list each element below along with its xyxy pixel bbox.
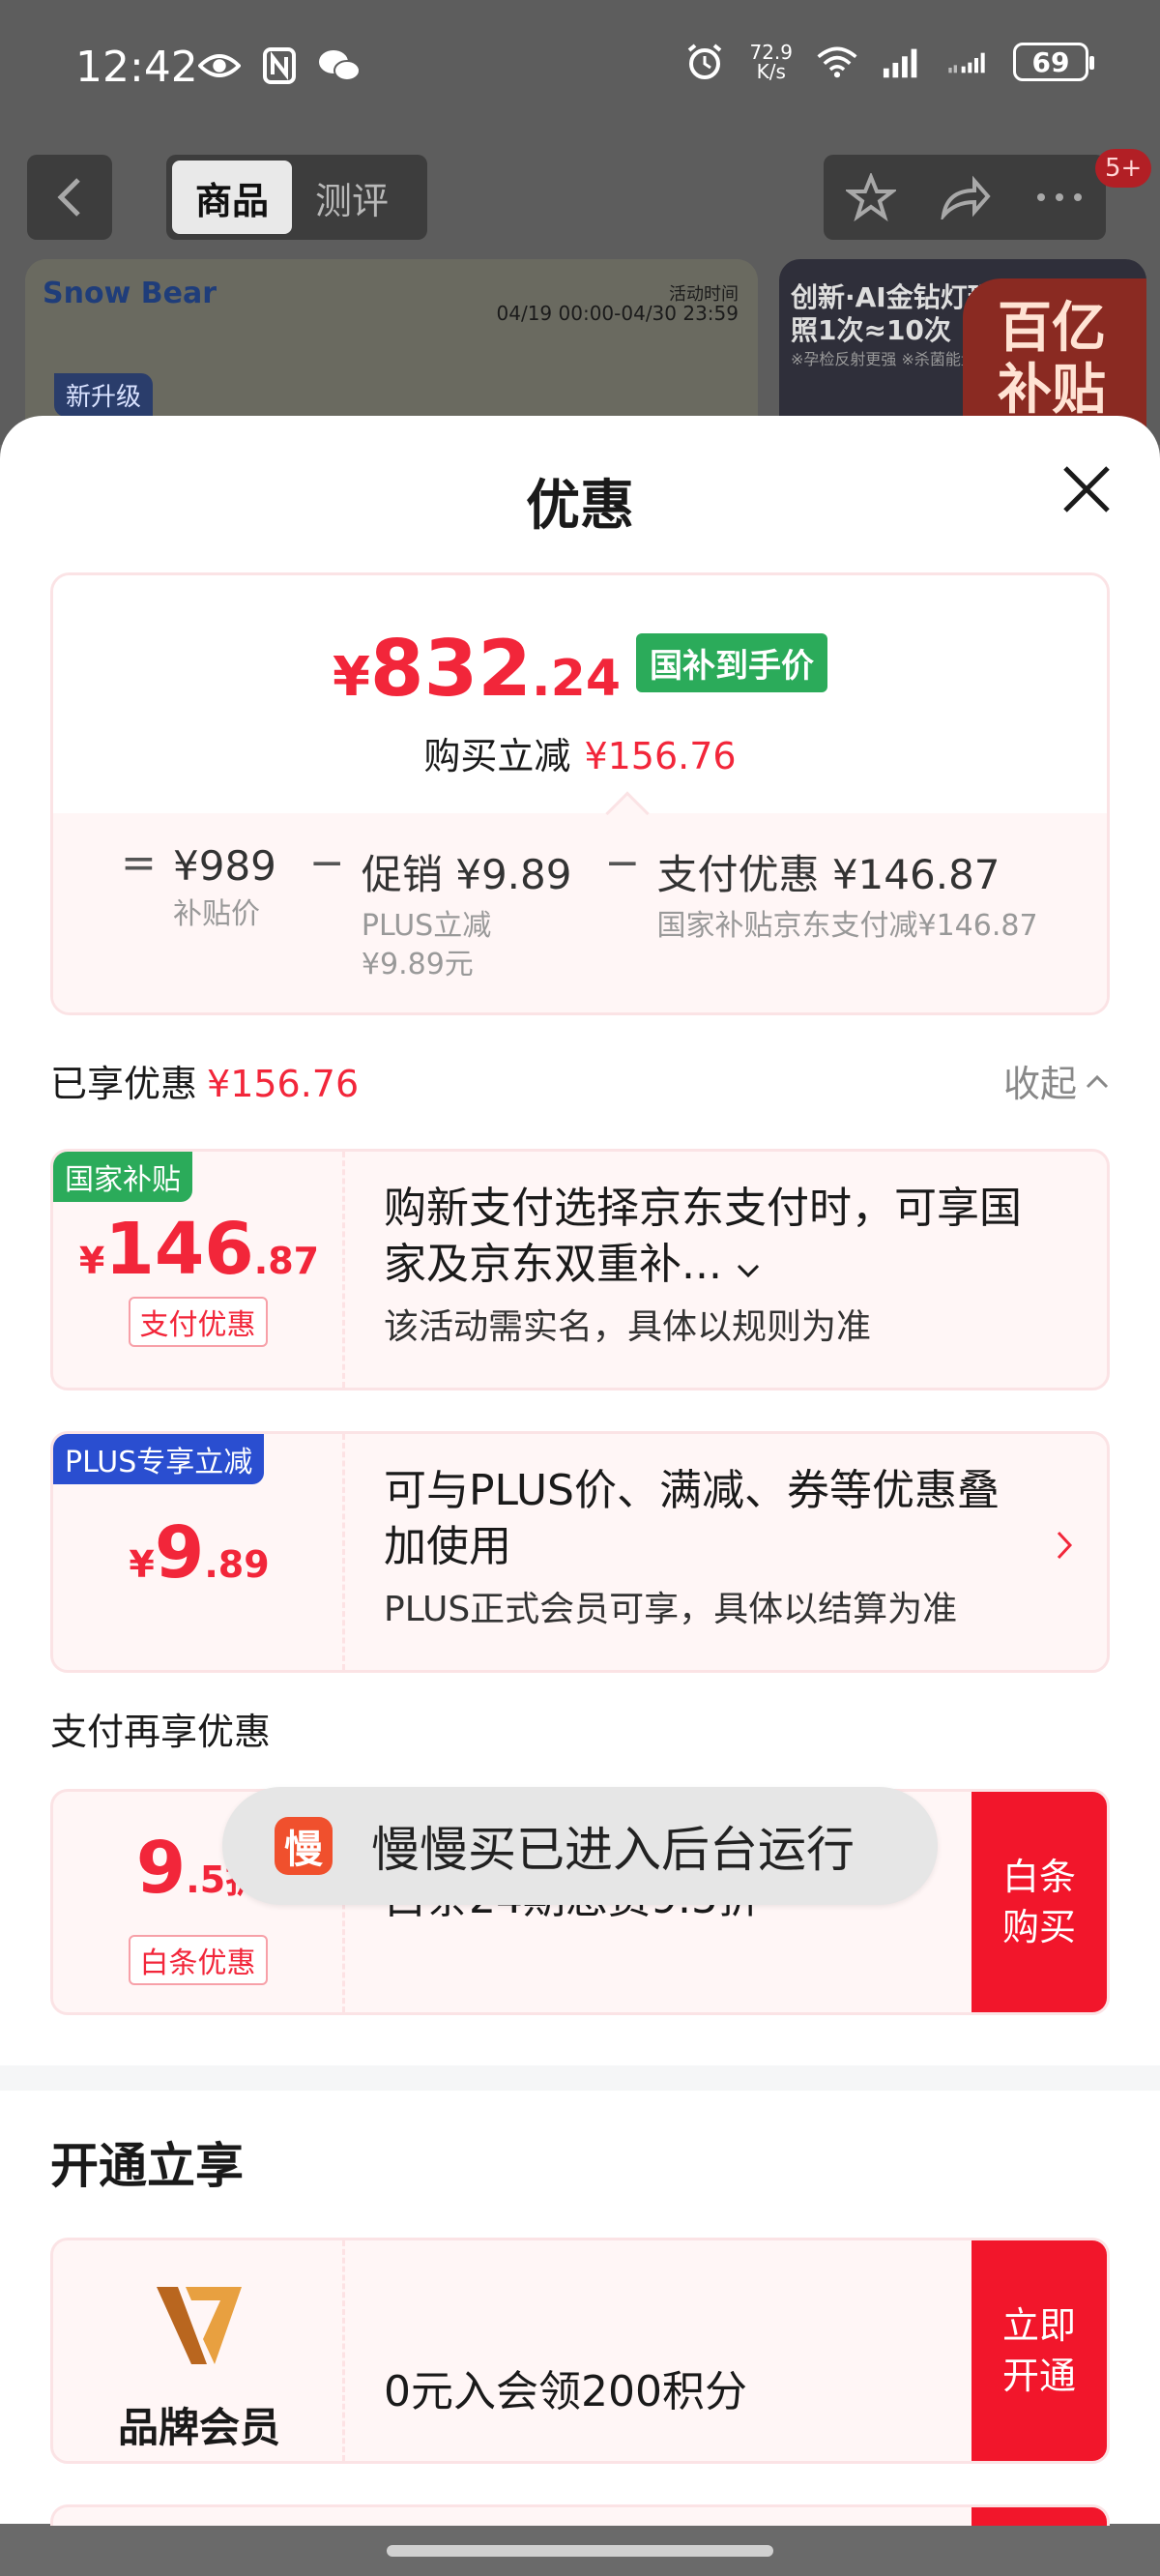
enjoyed-discount-label: 已享优惠 ¥156.76 bbox=[50, 1063, 360, 1105]
signal-icon bbox=[882, 43, 924, 81]
pay-section-label: 支付再享优惠 bbox=[50, 1711, 272, 1753]
toast-text: 慢慢买已进入后台运行 bbox=[371, 1822, 855, 1878]
subsidy-price-tag: 国补到手价 bbox=[636, 633, 828, 692]
minus-sign-2: − bbox=[604, 838, 641, 888]
brand-member-deal[interactable]: 品牌会员 0元入会领200积分 立即 开通 bbox=[50, 2238, 1110, 2464]
tab-product[interactable]: 商品 bbox=[172, 161, 293, 234]
deal-tag: 国家补贴 bbox=[53, 1152, 192, 1202]
network-speed: 72.9 K/s bbox=[749, 41, 793, 83]
minus-sign: − bbox=[308, 838, 345, 888]
share-icon[interactable] bbox=[940, 175, 992, 220]
banner-brand: Snow Bear bbox=[43, 277, 217, 310]
price-breakdown: = ¥989 补贴价 − 促销 ¥9.89 PLUS立减 ¥9.89元 − 支付… bbox=[121, 838, 1071, 984]
open-section-title: 开通立享 bbox=[50, 2138, 244, 2194]
national-subsidy-deal[interactable]: 国家补贴 ¥146.87 支付优惠 购新支付选择京东支付时，可享国家及京东双重补… bbox=[50, 1149, 1110, 1390]
discount-sheet: 优惠 ¥ 832 .24 国补到手价 购买立减 ¥156.76 = ¥989 补贴… bbox=[0, 416, 1160, 2562]
product-tabs: 商品 测评 bbox=[166, 155, 427, 240]
promo-line-2: 照1次≈10次 bbox=[791, 314, 951, 346]
deal-chip: 白条优惠 bbox=[128, 1935, 268, 1985]
breakdown-promotion: 促销 ¥9.89 PLUS立减 ¥9.89元 bbox=[361, 851, 572, 981]
plus-discount-deal[interactable]: PLUS专享立减 ¥9.89 可与PLUS价、满减、券等优惠叠加使用 PLUS正… bbox=[50, 1431, 1110, 1673]
status-bar: 12:42 72.9 K/s 69 bbox=[0, 0, 1160, 145]
price-summary-card: ¥ 832 .24 国补到手价 购买立减 ¥156.76 = ¥989 补贴价 −… bbox=[50, 572, 1110, 1015]
enjoyed-discount-row: 已享优惠 ¥156.76 收起 bbox=[50, 1054, 1110, 1112]
nfc-icon bbox=[258, 46, 301, 85]
signal-2-icon bbox=[947, 43, 990, 81]
banner-time: 04/19 00:00-04/30 23:59 bbox=[496, 302, 739, 325]
nav-actions bbox=[824, 155, 1106, 240]
instant-reduction: 购买立减 ¥156.76 bbox=[423, 735, 737, 777]
wifi-icon bbox=[816, 43, 858, 81]
open-membership-button[interactable]: 立即 开通 bbox=[972, 2240, 1107, 2461]
collapse-button[interactable]: 收起 bbox=[1003, 1054, 1110, 1107]
close-button[interactable] bbox=[1056, 458, 1117, 520]
baitiao-buy-button[interactable]: 白条 购买 bbox=[972, 1792, 1107, 2012]
manmanmai-app-icon: 慢 bbox=[275, 1817, 333, 1875]
brand-name: 品牌会员 bbox=[117, 2404, 280, 2451]
deal-title: 可与PLUS价、满减、券等优惠叠加使用 bbox=[384, 1466, 1000, 1571]
deal-title: 0元入会领200积分 bbox=[384, 2367, 747, 2416]
home-indicator[interactable] bbox=[387, 2545, 773, 2557]
tab-review[interactable]: 测评 bbox=[292, 161, 412, 234]
star-icon[interactable] bbox=[845, 173, 896, 221]
deal-chip: 支付优惠 bbox=[128, 1297, 268, 1347]
chevron-left-icon bbox=[57, 178, 80, 217]
deal-tag: PLUS专享立减 bbox=[53, 1434, 265, 1484]
navigation-bar bbox=[0, 2526, 1160, 2576]
chevron-right-icon[interactable] bbox=[1055, 1527, 1074, 1571]
deal-amount: ¥146.87 bbox=[78, 1208, 320, 1291]
deal-subtitle: PLUS正式会员可享，具体以结算为准 bbox=[384, 1590, 958, 1629]
breakdown-payment: 支付优惠 ¥146.87 国家补贴京东支付减¥146.87 bbox=[656, 851, 1038, 943]
final-price: ¥ 832 .24 国补到手价 bbox=[53, 624, 1107, 714]
wechat-icon bbox=[318, 46, 361, 85]
status-time: 12:42 bbox=[75, 43, 198, 92]
equals-sign: = bbox=[121, 838, 157, 888]
close-icon bbox=[1063, 466, 1110, 512]
sheet-title: 优惠 bbox=[526, 475, 634, 538]
section-divider bbox=[0, 2065, 1160, 2091]
deal-subtitle: 该活动需实名，具体以规则为准 bbox=[384, 1307, 872, 1347]
deal-amount: ¥9.89 bbox=[129, 1511, 270, 1595]
breakdown-subsidy-price: ¥989 补贴价 bbox=[173, 842, 276, 931]
brand-logo-icon bbox=[53, 2279, 345, 2372]
chevron-up-icon bbox=[1086, 1074, 1109, 1088]
banner-tag: 新升级 bbox=[54, 373, 154, 417]
eye-icon bbox=[198, 46, 241, 85]
alarm-icon bbox=[683, 43, 726, 81]
back-button[interactable] bbox=[27, 155, 112, 240]
chevron-down-icon[interactable] bbox=[736, 1263, 761, 1278]
more-icon[interactable] bbox=[1035, 191, 1084, 203]
message-badge: 5+ bbox=[1095, 149, 1152, 188]
deal-title: 购新支付选择京东支付时，可享国家及京东双重补... bbox=[384, 1184, 1022, 1289]
background-run-toast: 慢 慢慢买已进入后台运行 bbox=[222, 1787, 938, 1905]
battery-indicator: 69 bbox=[1013, 43, 1094, 81]
